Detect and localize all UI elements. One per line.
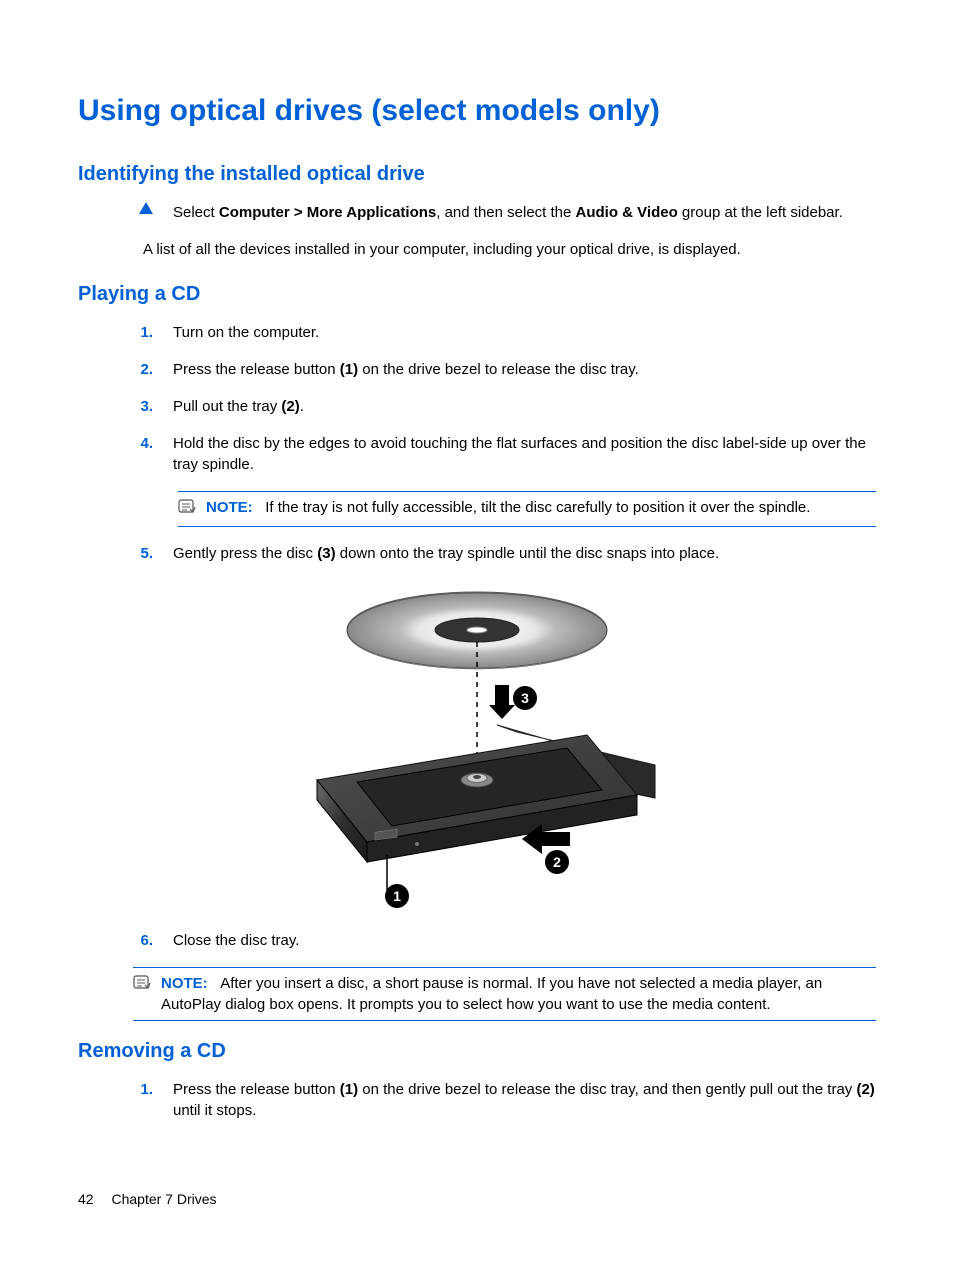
page-number: 42 [78, 1191, 94, 1207]
step-number: 3. [133, 396, 153, 417]
callout-1: 1 [393, 888, 401, 904]
section-heading-identifying: Identifying the installed optical drive [78, 160, 876, 188]
note-label: NOTE: [161, 975, 208, 992]
step-text: Gently press the disc (3) down onto the … [173, 543, 876, 564]
step-number: 1. [133, 322, 153, 343]
step-number: 1. [133, 1079, 153, 1100]
note-text: If the tray is not fully accessible, til… [265, 499, 810, 516]
note-icon [178, 497, 196, 521]
step-text: Press the release button (1) on the driv… [173, 359, 876, 380]
step-text: Press the release button (1) on the driv… [173, 1079, 876, 1121]
step-number: 2. [133, 359, 153, 380]
note-text: After you insert a disc, a short pause i… [161, 975, 822, 1013]
identifying-step-text: Select Computer > More Applications, and… [173, 202, 876, 223]
step-number: 4. [133, 433, 153, 454]
callout-3: 3 [521, 690, 529, 706]
note-icon [133, 973, 151, 997]
step-number: 6. [133, 930, 153, 951]
step-text: Turn on the computer. [173, 322, 876, 343]
step-text: Close the disc tray. [173, 930, 876, 951]
cd-drive-illustration: 3 2 [78, 580, 876, 910]
step-number: 5. [133, 543, 153, 564]
page-footer: 42 Chapter 7 Drives [78, 1190, 217, 1210]
note-block: NOTE: After you insert a disc, a short p… [133, 967, 876, 1021]
note-block: NOTE: If the tray is not fully accessibl… [178, 491, 876, 527]
page-title: Using optical drives (select models only… [78, 90, 876, 132]
callout-2: 2 [553, 854, 561, 870]
section-heading-playing: Playing a CD [78, 280, 876, 308]
identifying-result-text: A list of all the devices installed in y… [143, 239, 876, 260]
step-text: Pull out the tray (2). [173, 396, 876, 417]
step-text: Hold the disc by the edges to avoid touc… [173, 433, 876, 475]
chapter-label: Chapter 7 Drives [111, 1191, 216, 1207]
note-label: NOTE: [206, 499, 253, 516]
triangle-bullet-icon [133, 202, 153, 214]
section-heading-removing: Removing a CD [78, 1037, 876, 1065]
